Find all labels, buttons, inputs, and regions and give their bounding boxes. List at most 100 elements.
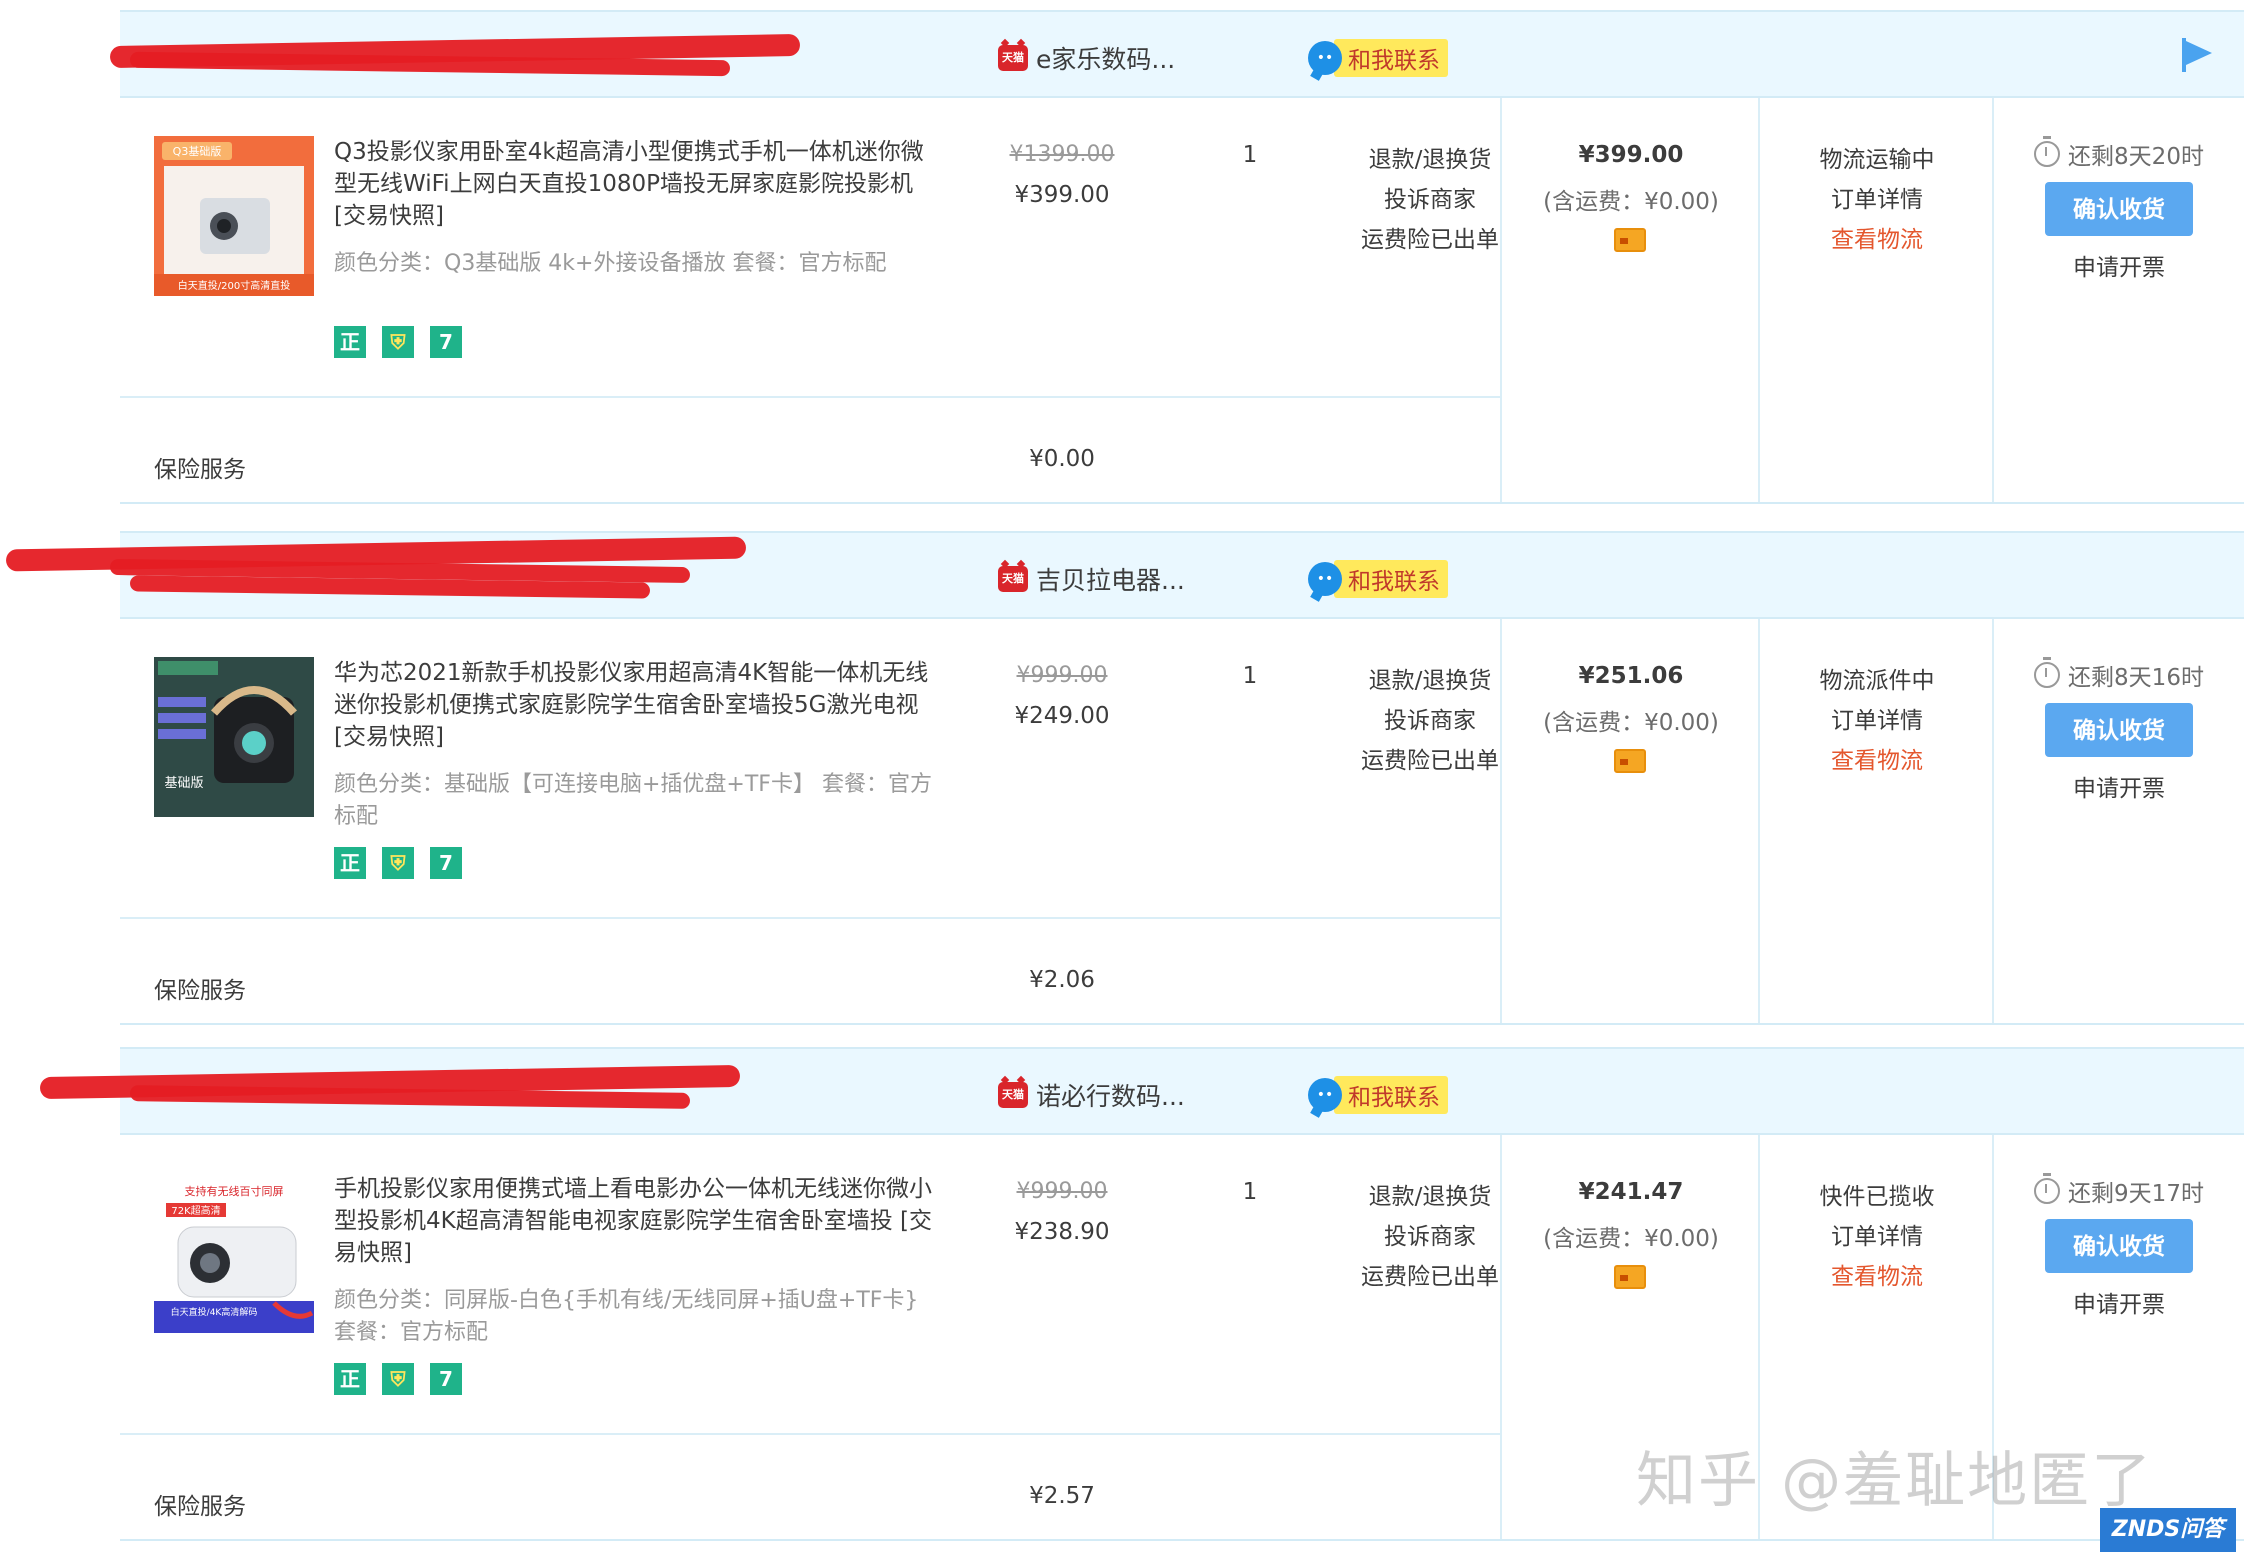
unit-price: ¥399.00	[1014, 182, 1110, 208]
shipping-fee: (含运费：¥0.00)	[1543, 1226, 1719, 1252]
contact-seller-button[interactable]: •• 和我联系	[1308, 560, 1448, 598]
shield-badge-icon[interactable]: ⛨	[382, 847, 414, 879]
refund-link[interactable]: 退款/退换货	[1350, 1177, 1510, 1217]
product-thumbnail[interactable]: 支持有无线百寸同屏 72K超高清 白天直投/4K高清解码	[154, 1173, 314, 1333]
view-logistics-link[interactable]: 查看物流	[1760, 220, 1994, 260]
original-price: ¥1399.00	[1009, 142, 1115, 167]
shield-badge-icon[interactable]: ⛨	[382, 1363, 414, 1395]
znds-logo: ZNDS问答	[2100, 1508, 2236, 1552]
insurance-price: ¥2.06	[1029, 967, 1095, 993]
zhihu-watermark: 知乎 @羞耻地匿了	[1636, 1446, 2154, 1516]
shipping-fee: (含运费：¥0.00)	[1543, 189, 1719, 215]
order-status: 物流运输中 订单详情 查看物流	[1760, 140, 1994, 260]
tmall-icon: 天猫	[998, 566, 1028, 592]
shield-badge-icon[interactable]: ⛨	[382, 326, 414, 358]
shop-name[interactable]: 诺必行数码...	[1036, 1077, 1185, 1113]
wangwang-chat-icon: ••	[1308, 41, 1342, 75]
quantity: 1	[1242, 142, 1258, 168]
contact-seller-button[interactable]: •• 和我联系	[1308, 1076, 1448, 1114]
service-badges: 正 ⛨ 7	[334, 1363, 462, 1395]
thumb-label: 支持有无线百寸同屏	[185, 1184, 284, 1198]
freight-insurance-link[interactable]: 运费险已出单	[1350, 220, 1510, 260]
shop-name[interactable]: 吉贝拉电器...	[1036, 561, 1185, 597]
original-price: ¥999.00	[1016, 1179, 1108, 1204]
genuine-badge-icon[interactable]: 正	[334, 847, 366, 879]
insurance-price: ¥2.57	[1029, 1483, 1095, 1509]
freight-insurance-link[interactable]: 运费险已出单	[1350, 741, 1510, 781]
view-logistics-link[interactable]: 查看物流	[1760, 741, 1994, 781]
request-invoice-link[interactable]: 申请开票	[1994, 769, 2244, 803]
refund-link[interactable]: 退款/退换货	[1350, 140, 1510, 180]
unit-price: ¥238.90	[1014, 1219, 1110, 1245]
seven-day-return-badge-icon[interactable]: 7	[430, 1363, 462, 1395]
tmall-icon: 天猫	[998, 45, 1028, 71]
order-operations: 还剩8天16时 确认收货 申请开票	[1994, 657, 2244, 803]
order-detail-link[interactable]: 订单详情	[1760, 180, 1994, 220]
credit-card-icon[interactable]	[1614, 228, 1646, 252]
product-sku: 颜色分类：Q3基础版 4k+外接设备播放 套餐：官方标配	[334, 251, 887, 276]
order-status: 物流派件中 订单详情 查看物流	[1760, 661, 1994, 781]
contact-label[interactable]: 和我联系	[1334, 560, 1448, 598]
shop-link[interactable]: 天猫 吉贝拉电器...	[998, 561, 1185, 597]
contact-label[interactable]: 和我联系	[1334, 39, 1448, 77]
order-detail-link[interactable]: 订单详情	[1760, 1217, 1994, 1257]
shop-link[interactable]: 天猫 诺必行数码...	[998, 1077, 1185, 1113]
remaining-time-text: 还剩8天20时	[2068, 144, 2204, 170]
remaining-time: 还剩8天20时	[1994, 136, 2244, 172]
quantity: 1	[1242, 1179, 1258, 1205]
complain-link[interactable]: 投诉商家	[1350, 180, 1510, 220]
contact-seller-button[interactable]: •• 和我联系	[1308, 39, 1448, 77]
genuine-badge-icon[interactable]: 正	[334, 1363, 366, 1395]
order-header: 天猫 诺必行数码... •• 和我联系	[39, 1047, 2244, 1135]
thumb-label: 白天直投/4K高清解码	[171, 1306, 258, 1318]
confirm-receipt-button[interactable]: 确认收货	[2045, 182, 2193, 236]
tmall-icon: 天猫	[998, 1082, 1028, 1108]
order-detail-link[interactable]: 订单详情	[1760, 701, 1994, 741]
confirm-receipt-button[interactable]: 确认收货	[2045, 1219, 2193, 1273]
shop-link[interactable]: 天猫 e家乐数码...	[998, 40, 1175, 76]
shipping-fee: (含运费：¥0.00)	[1543, 710, 1719, 736]
order-total: ¥251.06	[1578, 663, 1684, 689]
stopwatch-icon	[2034, 657, 2061, 688]
insurance-service-label: 保险服务	[154, 978, 246, 1004]
thumb-label: 白天直投/200寸高清直投	[178, 279, 290, 292]
order-operations: 还剩8天20时 确认收货 申请开票	[1994, 136, 2244, 282]
confirm-receipt-button[interactable]: 确认收货	[2045, 703, 2193, 757]
complain-link[interactable]: 投诉商家	[1350, 1217, 1510, 1257]
request-invoice-link[interactable]: 申请开票	[1994, 248, 2244, 282]
logistics-status: 物流运输中	[1819, 147, 1935, 173]
contact-label[interactable]: 和我联系	[1334, 1076, 1448, 1114]
refund-link[interactable]: 退款/退换货	[1350, 661, 1510, 701]
credit-card-icon[interactable]	[1614, 1265, 1646, 1289]
request-invoice-link[interactable]: 申请开票	[1994, 1285, 2244, 1319]
product-title-link[interactable]: Q3投影仪家用卧室4k超高清小型便携式手机一体机迷你微型无线WiFi上网白天直投…	[334, 136, 934, 232]
logistics-status: 快件已揽收	[1819, 1184, 1935, 1210]
complain-link[interactable]: 投诉商家	[1350, 701, 1510, 741]
seven-day-return-badge-icon[interactable]: 7	[430, 847, 462, 879]
order-status: 快件已揽收 订单详情 查看物流	[1760, 1177, 1994, 1297]
product-thumbnail[interactable]: 基础版	[154, 657, 314, 817]
stopwatch-icon	[2034, 136, 2061, 167]
service-badges: 正 ⛨ 7	[334, 847, 462, 879]
flag-icon[interactable]	[2182, 38, 2214, 72]
divider	[120, 396, 1500, 398]
view-logistics-link[interactable]: 查看物流	[1760, 1257, 1994, 1297]
order-header: 天猫 吉贝拉电器... •• 和我联系	[5, 531, 2244, 619]
shop-name[interactable]: e家乐数码...	[1036, 40, 1175, 76]
after-sale-actions: 退款/退换货 投诉商家 运费险已出单	[1350, 140, 1510, 260]
product-title-link[interactable]: 手机投影仪家用便携式墙上看电影办公一体机无线迷你微小型投影机4K超高清智能电视家…	[334, 1173, 934, 1269]
divider	[120, 917, 1500, 919]
original-price: ¥999.00	[1016, 663, 1108, 688]
credit-card-icon[interactable]	[1614, 749, 1646, 773]
after-sale-actions: 退款/退换货 投诉商家 运费险已出单	[1350, 1177, 1510, 1297]
order-body: Q3基础版 白天直投/200寸高清直投 Q3投影仪家用卧室4k超高清小型便携式手…	[120, 98, 2244, 504]
product-title-link[interactable]: 华为芯2021新款手机投影仪家用超高清4K智能一体机无线迷你投影机便携式家庭影院…	[334, 657, 934, 753]
remaining-time-text: 还剩8天16时	[2068, 665, 2204, 691]
genuine-badge-icon[interactable]: 正	[334, 326, 366, 358]
freight-insurance-link[interactable]: 运费险已出单	[1350, 1257, 1510, 1297]
thumb-label: Q3基础版	[173, 144, 222, 158]
stopwatch-icon	[2034, 1173, 2061, 1204]
wangwang-chat-icon: ••	[1308, 1078, 1342, 1112]
seven-day-return-badge-icon[interactable]: 7	[430, 326, 462, 358]
product-thumbnail[interactable]: Q3基础版 白天直投/200寸高清直投	[154, 136, 314, 296]
